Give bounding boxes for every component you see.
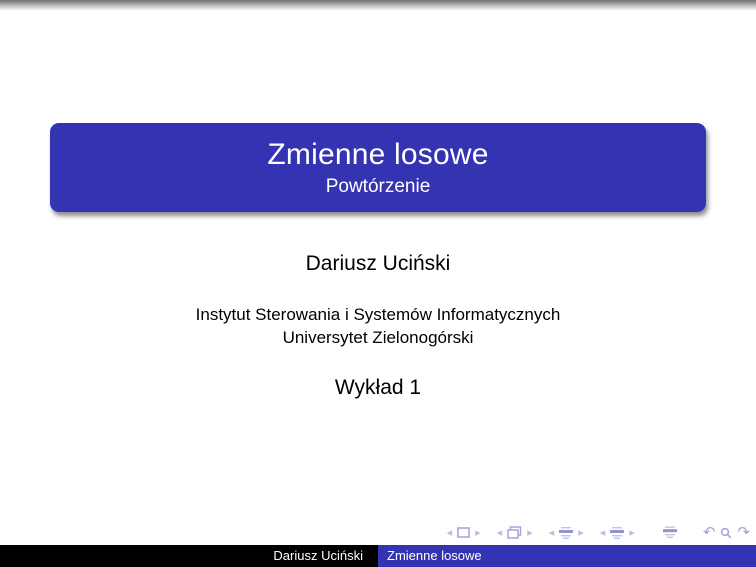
- history-back-icon[interactable]: ↶: [703, 525, 716, 540]
- document-icon[interactable]: [662, 526, 677, 539]
- institute-block: Instytut Sterowania i Systemów Informaty…: [0, 303, 756, 349]
- slide-nav-group: ◂ ▸: [447, 527, 481, 539]
- history-nav-group: ↶ ↷: [703, 525, 750, 540]
- beamer-title-slide: Zmienne losowe Powtórzenie Dariusz Ucińs…: [0, 0, 756, 567]
- history-forward-icon[interactable]: ↷: [737, 525, 750, 540]
- section-nav-group: ◂ ▸: [600, 526, 635, 539]
- subsection-forward-icon[interactable]: ▸: [578, 527, 584, 539]
- slide-title: Zmienne losowe: [267, 137, 489, 171]
- footline: Dariusz Uciński Zmienne losowe: [0, 545, 756, 567]
- subsection-nav-group: ◂ ▸: [549, 526, 584, 539]
- footline-title: Zmienne losowe: [378, 545, 756, 567]
- frame-forward-icon[interactable]: ▸: [527, 527, 533, 539]
- slide-subtitle: Powtórzenie: [325, 175, 431, 197]
- slide-back-icon[interactable]: ◂: [447, 527, 453, 539]
- slide-icon[interactable]: [457, 527, 470, 538]
- institute-line-2: Universytet Zielonogórski: [282, 328, 474, 347]
- section-back-icon[interactable]: ◂: [600, 527, 606, 539]
- lecture-number: Wykład 1: [334, 376, 422, 399]
- section-forward-icon[interactable]: ▸: [629, 527, 635, 539]
- institute-line-1: Instytut Sterowania i Systemów Informaty…: [195, 305, 561, 324]
- subsection-icon[interactable]: [559, 526, 574, 539]
- slide-forward-icon[interactable]: ▸: [475, 527, 481, 539]
- top-shading-bar: [0, 0, 756, 11]
- subsection-back-icon[interactable]: ◂: [549, 527, 555, 539]
- document-nav-group: [662, 526, 677, 539]
- author-name: Dariusz Uciński: [305, 252, 451, 275]
- frame-back-icon[interactable]: ◂: [497, 527, 503, 539]
- search-icon[interactable]: [720, 527, 732, 539]
- frame-nav-group: ◂ ▸: [497, 526, 533, 539]
- section-icon[interactable]: [610, 526, 625, 539]
- beamer-navigation-bar: ◂ ▸ ◂ ▸ ◂ ▸ ◂ ▸ ↶ ↷: [447, 525, 750, 540]
- footline-author: Dariusz Uciński: [0, 545, 378, 567]
- title-box: Zmienne losowe Powtórzenie: [50, 123, 706, 212]
- frame-icon[interactable]: [507, 526, 522, 539]
